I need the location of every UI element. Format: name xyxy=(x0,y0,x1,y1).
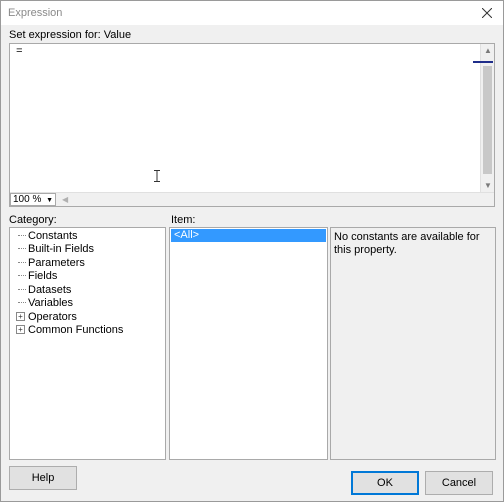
tree-item-datasets[interactable]: Datasets xyxy=(16,283,71,296)
cancel-button[interactable]: Cancel xyxy=(425,471,493,495)
expression-prompt-label: Set expression for: Value xyxy=(9,29,132,41)
close-icon xyxy=(482,8,492,18)
window-title: Expression xyxy=(8,7,63,19)
tree-item-constants[interactable]: Constants xyxy=(16,229,78,242)
category-tree[interactable]: Constants Built-in Fields Parameters Fie… xyxy=(9,227,166,460)
item-label: Item: xyxy=(171,214,196,226)
triangle-up-icon[interactable]: ▲ xyxy=(484,47,492,55)
triangle-down-icon[interactable]: ▼ xyxy=(484,182,492,190)
plus-box-icon[interactable]: + xyxy=(16,325,25,334)
tree-item-fields[interactable]: Fields xyxy=(16,269,57,282)
description-text: No constants are available for this prop… xyxy=(334,231,480,256)
list-item-selected[interactable]: <All> xyxy=(171,229,326,242)
tree-item-operators[interactable]: + Operators xyxy=(16,310,77,323)
chevron-down-icon: ▼ xyxy=(46,197,53,204)
triangle-left-icon[interactable]: ◀ xyxy=(62,195,68,204)
expression-text[interactable]: = xyxy=(16,46,23,58)
expression-dialog: Expression Set expression for: Value = ▲… xyxy=(0,0,504,502)
category-label: Category: xyxy=(9,214,57,226)
description-pane: No constants are available for this prop… xyxy=(330,227,496,460)
tree-item-parameters[interactable]: Parameters xyxy=(16,256,85,269)
i-beam-cursor-icon xyxy=(154,170,160,182)
scrollbar-thumb[interactable] xyxy=(483,66,492,174)
scroll-position-marker xyxy=(473,61,493,63)
tree-item-common-functions[interactable]: + Common Functions xyxy=(16,323,123,336)
editor-vertical-scrollbar[interactable]: ▲ ▼ xyxy=(473,44,494,193)
tree-item-variables[interactable]: Variables xyxy=(16,296,73,309)
title-bar: Expression xyxy=(1,1,503,25)
item-list[interactable]: <All> xyxy=(169,227,328,460)
help-button[interactable]: Help xyxy=(9,466,77,490)
zoom-select[interactable]: 100 % ▼ xyxy=(10,193,56,206)
close-button[interactable] xyxy=(473,2,501,24)
tree-item-built-in-fields[interactable]: Built-in Fields xyxy=(16,242,94,255)
editor-horizontal-bar: 100 % ▼ ◀ xyxy=(10,192,494,206)
plus-box-icon[interactable]: + xyxy=(16,312,25,321)
zoom-value: 100 % xyxy=(13,194,42,205)
ok-button[interactable]: OK xyxy=(351,471,419,495)
expression-editor[interactable]: = ▲ ▼ 100 % ▼ ◀ xyxy=(9,43,495,207)
